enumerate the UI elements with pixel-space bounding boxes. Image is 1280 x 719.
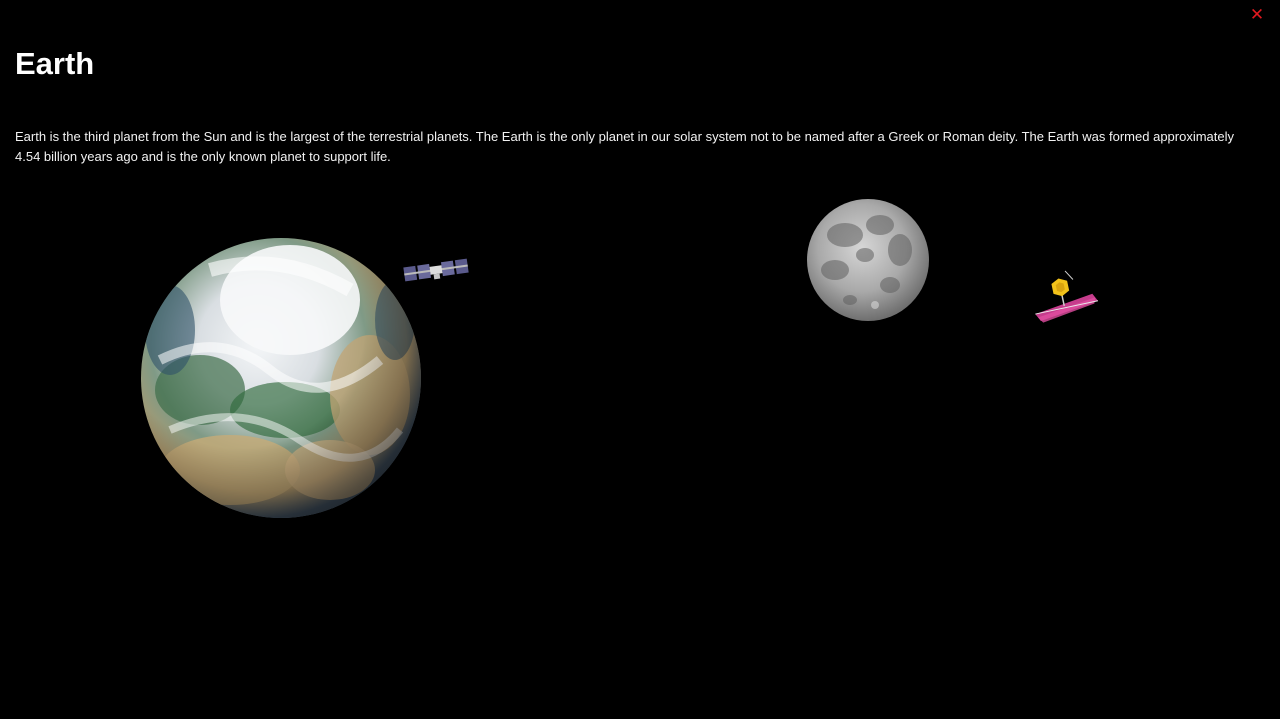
earth-planet[interactable] (141, 238, 421, 518)
page-title: Earth (15, 46, 95, 81)
close-button[interactable]: ✕ (1247, 5, 1267, 25)
jwst-telescope[interactable] (1028, 266, 1100, 324)
moon[interactable] (807, 199, 929, 321)
planet-description: Earth is the third planet from the Sun a… (15, 129, 1235, 164)
space-scene (141, 199, 1100, 518)
iss-satellite[interactable] (403, 258, 469, 284)
